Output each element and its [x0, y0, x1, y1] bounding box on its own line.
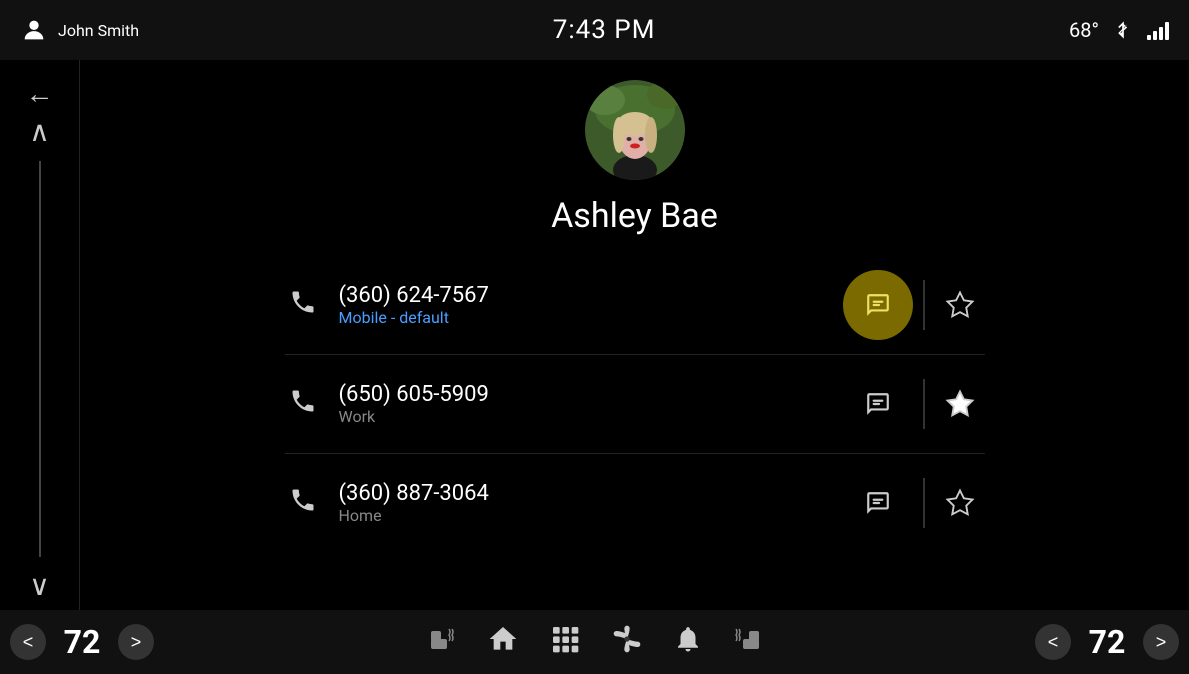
- bluetooth-icon: [1113, 18, 1133, 42]
- phone-type-3: Home: [339, 506, 825, 525]
- user-name: John Smith: [58, 21, 139, 40]
- heated-seat-left-icon[interactable]: [425, 623, 457, 662]
- right-temp-increase-button[interactable]: >: [1143, 624, 1179, 660]
- clock: 7:43 PM: [553, 15, 656, 45]
- right-temp-decrease-button[interactable]: <: [1035, 624, 1071, 660]
- left-temp-decrease-button[interactable]: <: [10, 624, 46, 660]
- table-row: (650) 605-5909 Work: [285, 359, 985, 449]
- temperature-display: 68°: [1069, 18, 1099, 42]
- sidebar-divider: [39, 161, 41, 557]
- entry-divider-1: [923, 280, 925, 330]
- message-button-1[interactable]: [843, 270, 913, 340]
- entry-actions-3: [843, 468, 985, 538]
- heated-seat-right-icon[interactable]: [733, 623, 765, 662]
- expand-button[interactable]: ∨: [29, 572, 50, 600]
- contact-detail-area: Ashley Bae (360) 624-7567 Mobile - defau…: [80, 60, 1189, 610]
- back-button[interactable]: ←: [26, 80, 54, 108]
- left-temp-control: < 72 >: [10, 623, 154, 661]
- user-info: John Smith: [20, 16, 139, 44]
- favorite-button-1[interactable]: [935, 280, 985, 330]
- phone-icon-2: [285, 387, 321, 422]
- main-content: ← ∧ ∨: [0, 60, 1189, 610]
- favorite-button-2[interactable]: [935, 379, 985, 429]
- left-sidebar: ← ∧ ∨: [0, 60, 80, 610]
- avatar-image: [585, 80, 685, 180]
- phone-info-2: (650) 605-5909 Work: [339, 382, 825, 426]
- phone-type-2: Work: [339, 407, 825, 426]
- user-icon: [20, 16, 48, 44]
- entry-divider-3: [923, 478, 925, 528]
- bottom-center-controls: [425, 623, 765, 662]
- notification-bell-button[interactable]: [673, 624, 703, 661]
- phone-type-1: Mobile - default: [339, 308, 825, 327]
- signal-strength-icon: [1147, 20, 1169, 40]
- phone-info-3: (360) 887-3064 Home: [339, 481, 825, 525]
- phone-number-3[interactable]: (360) 887-3064: [339, 481, 825, 506]
- phone-icon-3: [285, 486, 321, 521]
- right-temperature-display: 72: [1077, 623, 1137, 661]
- right-temp-control: < 72 >: [1035, 623, 1179, 661]
- left-temperature-display: 72: [52, 623, 112, 661]
- table-row: (360) 887-3064 Home: [285, 458, 985, 548]
- entry-divider-2: [923, 379, 925, 429]
- entry-actions-2: [843, 369, 985, 439]
- favorite-button-3[interactable]: [935, 478, 985, 528]
- separator-1: [285, 354, 985, 355]
- status-indicators: 68°: [1069, 18, 1169, 42]
- contact-avatar: [585, 80, 685, 180]
- phone-number-1[interactable]: (360) 624-7567: [339, 283, 825, 308]
- home-button[interactable]: [487, 623, 519, 662]
- collapse-button[interactable]: ∧: [29, 118, 50, 146]
- phone-entries-list: (360) 624-7567 Mobile - default: [285, 260, 985, 548]
- message-button-2[interactable]: [843, 369, 913, 439]
- left-temp-increase-button[interactable]: >: [118, 624, 154, 660]
- status-bar: John Smith 7:43 PM 68°: [0, 0, 1189, 60]
- contact-name: Ashley Bae: [551, 196, 718, 236]
- entry-actions-1: [843, 270, 985, 340]
- table-row: (360) 624-7567 Mobile - default: [285, 260, 985, 350]
- phone-icon-1: [285, 288, 321, 323]
- fan-button[interactable]: [611, 623, 643, 662]
- bottom-bar: < 72 >: [0, 610, 1189, 674]
- apps-grid-button[interactable]: [549, 623, 581, 662]
- phone-info-1: (360) 624-7567 Mobile - default: [339, 283, 825, 327]
- phone-number-2[interactable]: (650) 605-5909: [339, 382, 825, 407]
- separator-2: [285, 453, 985, 454]
- message-button-3[interactable]: [843, 468, 913, 538]
